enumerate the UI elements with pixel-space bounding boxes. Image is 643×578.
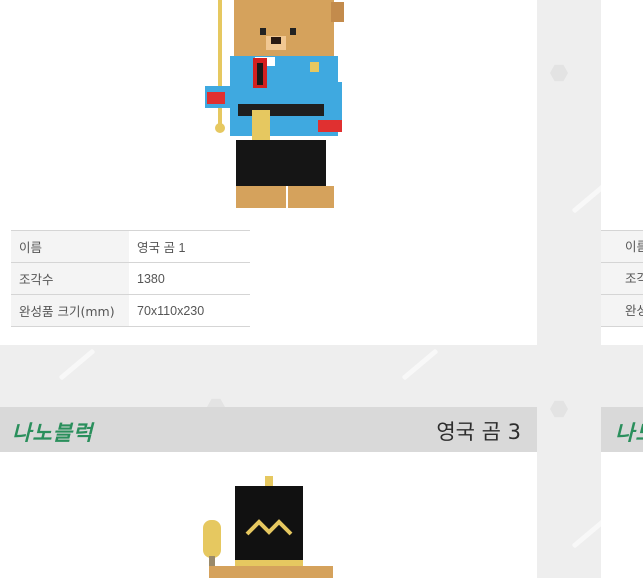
- product-card[interactable]: [0, 452, 537, 578]
- brand-label: 나노: [615, 421, 643, 445]
- product-header-bar-cropped: 나노: [601, 407, 643, 452]
- spec-label: 이름: [601, 230, 643, 262]
- product-card[interactable]: 이름 영국 곰 1 조각수 1380 완성품 크기(mm) 70x110x230: [0, 0, 537, 345]
- spec-row-size: 완성품 크기(mm) 70x110x230: [11, 294, 250, 327]
- brand-label: 나노블럭: [12, 421, 94, 445]
- horizontal-gutter: [0, 345, 643, 407]
- product-title: 영국 곰 3: [436, 420, 521, 444]
- spec-row-name: 이름 영국 곰 1: [11, 230, 250, 263]
- spec-table: 이름 영국 곰 1 조각수 1380 완성품 크기(mm) 70x110x230: [11, 230, 250, 327]
- spec-value: 영국 곰 1: [129, 230, 250, 263]
- spec-label: 이름: [11, 230, 129, 263]
- bear-3-product-image: [203, 476, 333, 578]
- spec-value: 1380: [129, 262, 250, 295]
- spec-row-pieces: 조각수 1380: [11, 262, 250, 295]
- spec-label: 조각수: [11, 262, 129, 295]
- product-card-cropped[interactable]: [601, 452, 643, 578]
- product-header-bar: 나노블럭 영국 곰 3: [0, 407, 537, 452]
- spec-label: 완성품 크기(mm): [11, 294, 129, 327]
- bear-1-product-image: [205, 0, 344, 208]
- spec-label: 완성: [601, 294, 643, 327]
- vertical-gutter: [537, 0, 601, 578]
- spec-value: 70x110x230: [129, 294, 250, 327]
- spec-table-cropped: 이름 조각 완성: [601, 230, 643, 327]
- spec-label: 조각: [601, 262, 643, 294]
